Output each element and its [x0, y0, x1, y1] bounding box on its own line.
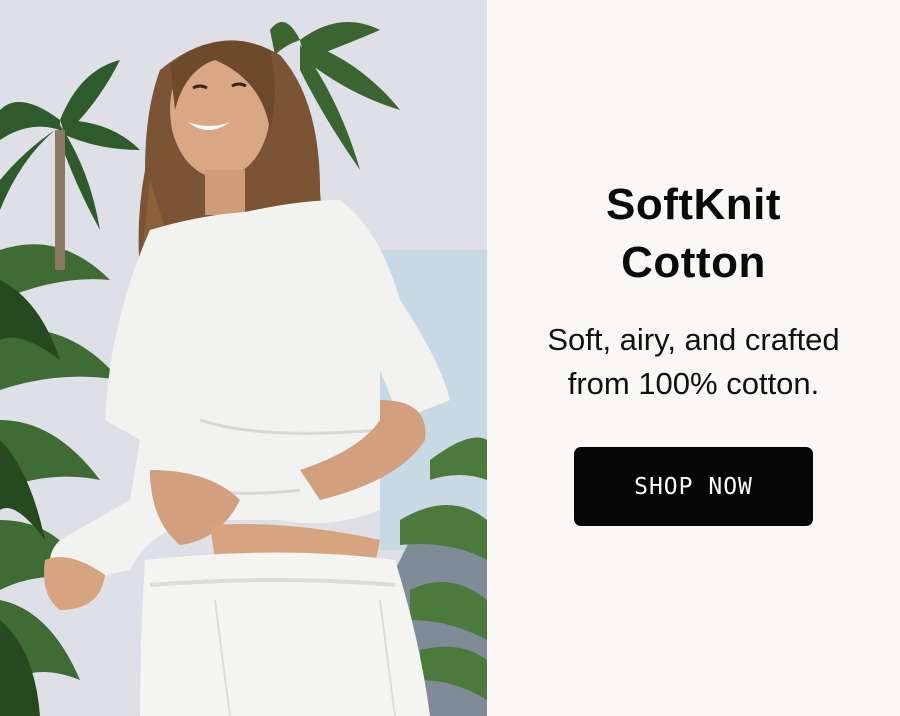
promo-banner: SoftKnit Cotton Soft, airy, and crafted …	[0, 0, 900, 716]
subtext: Soft, airy, and crafted from 100% cotton…	[487, 318, 900, 406]
headline-line-2: Cotton	[621, 238, 766, 287]
subtext-line-1: Soft, airy, and crafted	[547, 322, 840, 357]
subtext-line-2: from 100% cotton.	[567, 366, 820, 401]
promo-content: SoftKnit Cotton Soft, airy, and crafted …	[487, 0, 900, 716]
shop-now-button[interactable]: SHOP NOW	[574, 447, 813, 526]
headline: SoftKnit Cotton	[487, 176, 900, 292]
headline-line-1: SoftKnit	[605, 180, 782, 229]
model-photo	[0, 0, 487, 716]
